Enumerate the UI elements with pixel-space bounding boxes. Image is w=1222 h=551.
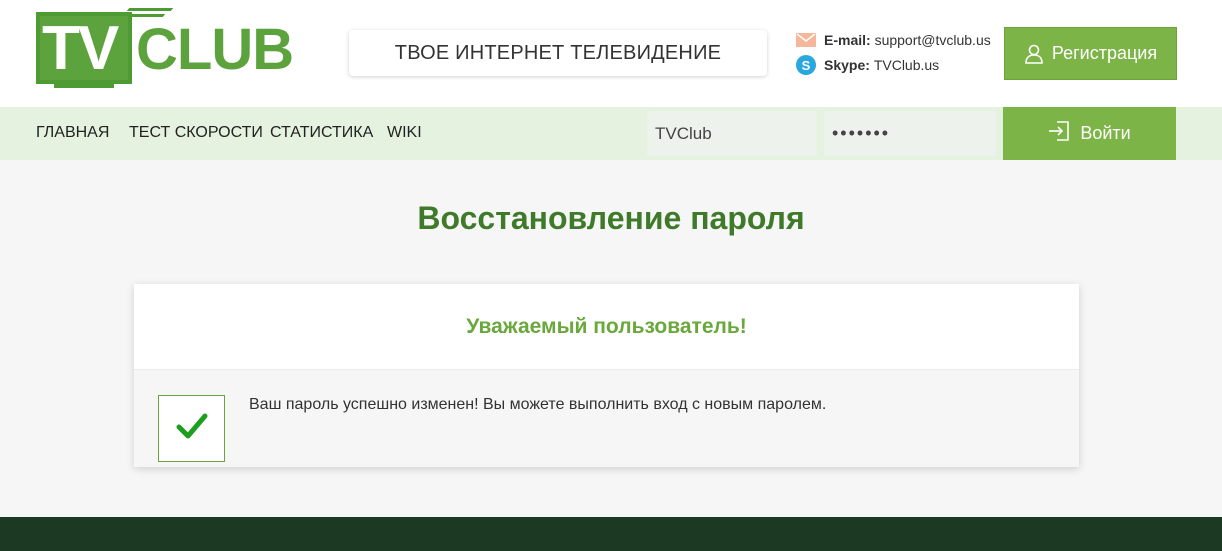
message-card: Уважаемый пользователь! Ваш пароль успеш… (134, 284, 1079, 467)
contact-info: E-mail: support@tvclub.us S Skype: TVClu… (796, 30, 991, 80)
slogan-banner: ТВОЕ ИНТЕРНЕТ ТЕЛЕВИДЕНИЕ (349, 30, 767, 76)
login-button-label: Войти (1080, 123, 1131, 143)
page-title: Восстановление пароля (417, 200, 805, 236)
nav-item-speed-test[interactable]: ТЕСТ СКОРОСТИ (129, 124, 263, 142)
login-input[interactable] (647, 111, 817, 156)
nav-item-statistics[interactable]: СТАТИСТИКА (270, 124, 373, 142)
success-message: Ваш пароль успешно изменен! Вы можете вы… (249, 396, 827, 413)
nav-item-home[interactable]: ГЛАВНАЯ (36, 124, 109, 142)
nav-item-wiki[interactable]: WIKI (387, 124, 422, 142)
logo-club-text: CLUB (136, 17, 294, 82)
success-badge (158, 395, 225, 462)
skype-row: S Skype: TVClub.us (796, 55, 991, 75)
logo-tv-screen: TV (36, 12, 132, 84)
mail-icon (796, 33, 816, 47)
login-button[interactable]: Войти (1003, 107, 1176, 160)
site-header: TV CLUB ТВОЕ ИНТЕРНЕТ ТЕЛЕВИДЕНИЕ E-mail… (0, 0, 1222, 107)
main-nav: ГЛАВНАЯ ТЕСТ СКОРОСТИ СТАТИСТИКА WIKI Во… (0, 107, 1222, 160)
email-label: E-mail: (824, 32, 871, 48)
logo-tv-text: TV (42, 14, 119, 83)
check-icon (176, 412, 208, 445)
skype-label: Skype: (824, 57, 870, 73)
logo-tv-stand (54, 84, 114, 88)
register-label: Регистрация (1051, 43, 1158, 63)
password-input[interactable] (824, 111, 996, 156)
skype-link[interactable]: TVClub.us (874, 57, 939, 73)
register-button[interactable]: Регистрация (1004, 27, 1177, 80)
login-icon (1048, 120, 1070, 147)
site-footer (0, 517, 1222, 551)
tvclub-logo[interactable]: TV CLUB (36, 6, 302, 88)
user-icon (1024, 44, 1044, 64)
skype-icon: S (796, 55, 816, 75)
card-heading: Уважаемый пользователь! (134, 284, 1079, 370)
email-row: E-mail: support@tvclub.us (796, 30, 991, 50)
email-link[interactable]: support@tvclub.us (875, 32, 991, 48)
